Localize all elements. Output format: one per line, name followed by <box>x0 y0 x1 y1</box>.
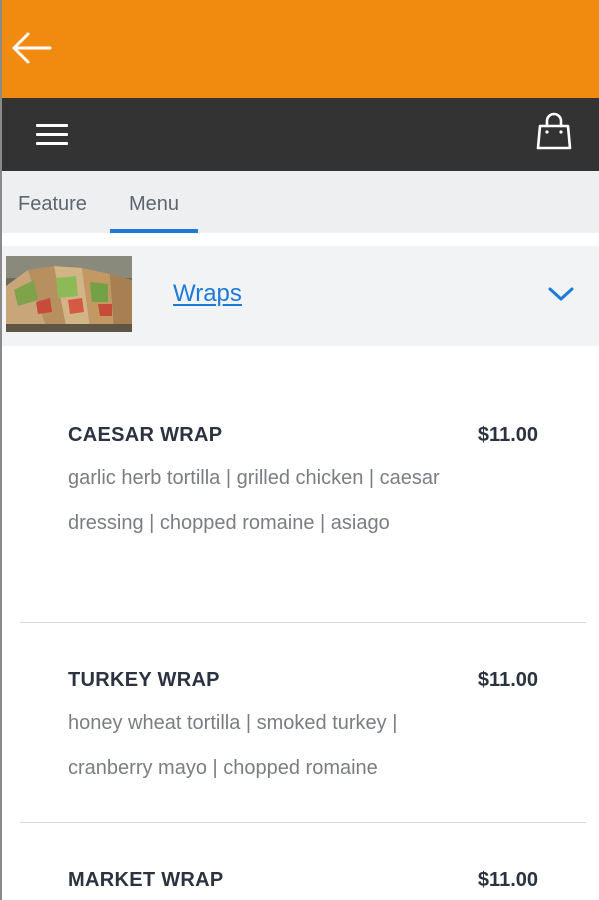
menu-button[interactable] <box>36 120 72 150</box>
back-button[interactable] <box>10 28 54 68</box>
item-price: $11.00 <box>477 669 538 691</box>
menu-item[interactable]: CAESAR WRAP $11.00 garlic herb tortilla … <box>20 424 586 594</box>
top-app-bar <box>2 0 599 98</box>
expand-button[interactable] <box>547 284 575 304</box>
app-frame: Feature Menu Wraps CAESAR WRAP $11.00 ga… <box>0 0 599 900</box>
category-title[interactable]: Wraps <box>173 280 242 308</box>
item-name: CAESAR WRAP <box>68 424 223 446</box>
item-divider <box>20 822 586 823</box>
item-name: MARKET WRAP <box>68 869 224 891</box>
menu-item[interactable]: TURKEY WRAP $11.00 honey wheat tortilla … <box>20 669 586 789</box>
chevron-down-icon <box>548 287 574 301</box>
tab-menu[interactable]: Menu <box>110 171 198 233</box>
tab-feature-label: Feature <box>18 193 87 215</box>
item-description: garlic herb tortilla | grilled chicken |… <box>68 467 440 534</box>
category-header-wraps[interactable]: Wraps <box>2 246 599 346</box>
tab-feature[interactable]: Feature <box>18 171 87 233</box>
shopping-bag-icon <box>536 112 572 150</box>
arrow-left-icon <box>12 32 52 64</box>
active-tab-indicator <box>110 229 198 233</box>
tab-bar: Feature Menu <box>2 171 599 233</box>
menu-item[interactable]: MARKET WRAP $11.00 <box>20 869 586 900</box>
item-name: TURKEY WRAP <box>68 669 220 691</box>
cart-button[interactable] <box>535 112 573 152</box>
item-divider <box>20 622 586 623</box>
item-description: honey wheat tortilla | smoked turkey | c… <box>68 712 398 779</box>
navigation-bar <box>2 98 599 171</box>
tab-menu-label: Menu <box>128 193 180 215</box>
item-price: $11.00 <box>477 869 538 891</box>
item-price: $11.00 <box>477 424 538 446</box>
category-thumbnail <box>6 256 132 332</box>
